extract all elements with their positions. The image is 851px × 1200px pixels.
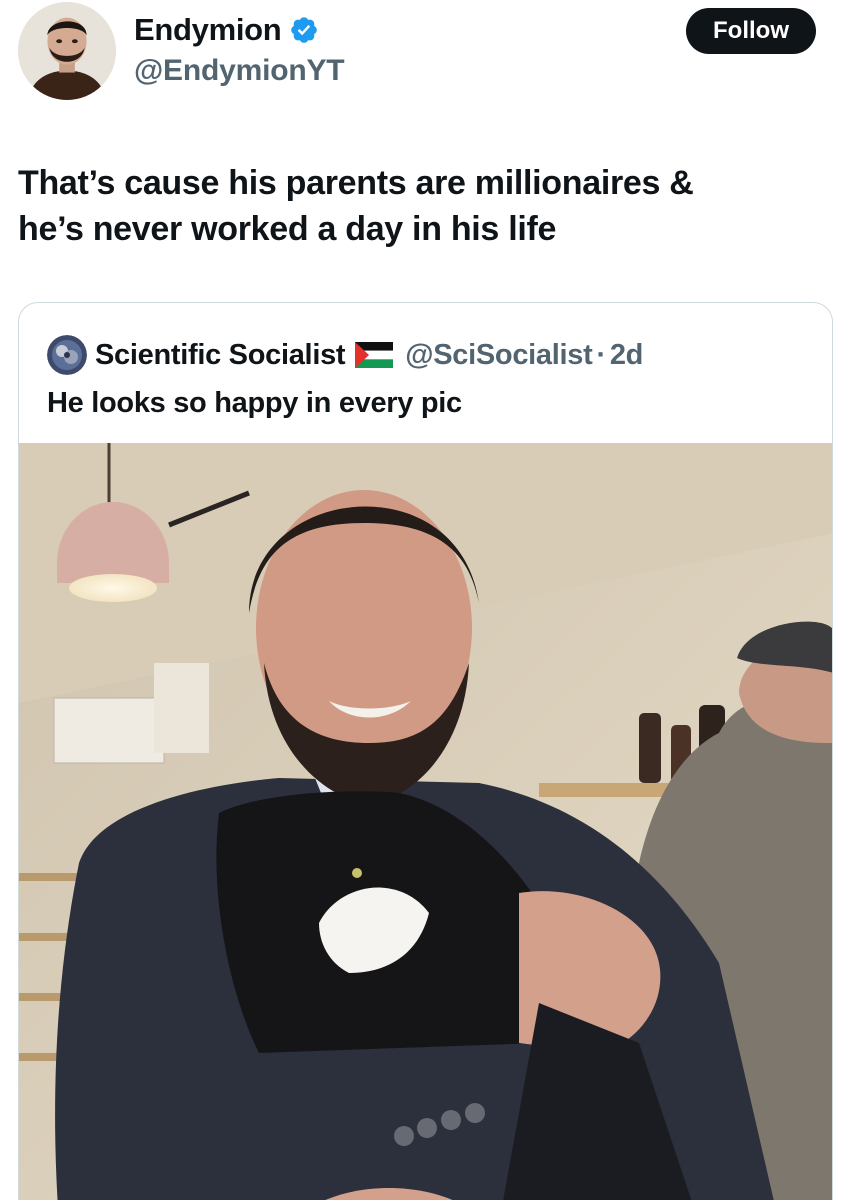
author-handle[interactable]: @EndymionYT — [134, 54, 345, 88]
quoted-tweet-card[interactable]: Scientific Socialist @SciSocialist · 2d … — [18, 302, 833, 1200]
quote-separator: · — [596, 338, 606, 371]
follow-button[interactable]: Follow — [686, 8, 816, 54]
quote-author-avatar[interactable] — [47, 335, 87, 375]
quote-author-name[interactable]: Scientific Socialist — [95, 339, 346, 372]
verified-badge-icon — [291, 17, 318, 43]
photo-image — [19, 443, 832, 1200]
author-avatar[interactable] — [18, 2, 116, 100]
quote-photo[interactable] — [19, 443, 832, 1200]
quote-avatar-image — [47, 335, 87, 375]
quote-timestamp[interactable]: 2d — [610, 339, 644, 372]
quote-text: He looks so happy in every pic — [47, 387, 462, 419]
author-name-row: Endymion — [134, 12, 319, 48]
quote-author-handle[interactable]: @SciSocialist — [405, 339, 592, 372]
palestine-flag-icon — [355, 342, 394, 368]
avatar-image — [18, 2, 116, 100]
tweet-text-line-1: That’s cause his parents are millionaire… — [18, 164, 694, 202]
quote-header: Scientific Socialist @SciSocialist · 2d — [47, 335, 643, 375]
tweet-text-line-2: he’s never worked a day in his life — [18, 210, 557, 248]
tweet-text: That’s cause his parents are millionaire… — [18, 160, 818, 252]
author-display-name[interactable]: Endymion — [134, 12, 282, 48]
